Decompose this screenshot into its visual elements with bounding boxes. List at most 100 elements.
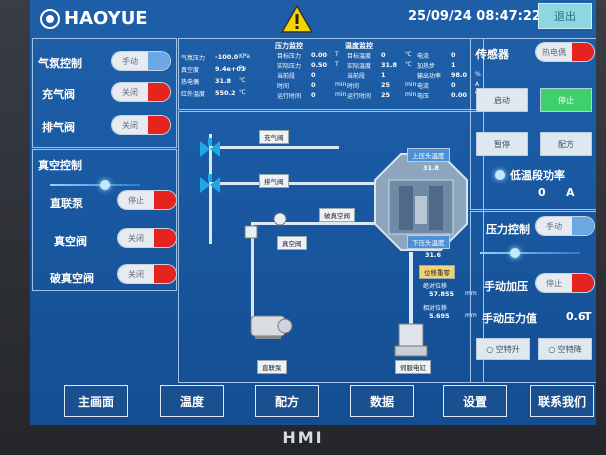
fill-valve-toggle[interactable]: 关闭 <box>112 83 170 101</box>
grid-col2-u: min <box>335 81 347 88</box>
break-valve-tag: 破真空阀 <box>319 208 355 222</box>
grid-col4-k: 输出功率 <box>417 73 442 80</box>
vacuum-valve-icon[interactable] <box>243 224 259 240</box>
upper-head-tag: 上压头温度 <box>407 148 450 162</box>
grid-col3-k: 实际温度 <box>347 63 372 70</box>
vacuum-slider[interactable] <box>50 184 140 186</box>
grid-col2-k: 目标压力 <box>277 53 302 60</box>
grid-col2-u: min <box>335 91 347 98</box>
brand-name: HAOYUE <box>64 8 148 29</box>
grid-col3-v: 31.8 <box>381 61 398 69</box>
exhaust-valve-tag: 排气阀 <box>259 174 289 188</box>
vacuum-valve-label: 真空阀 <box>54 235 87 248</box>
pressure-slider[interactable] <box>480 252 580 254</box>
grid-col3-k: 时间 <box>347 83 360 90</box>
grid-col3-u: min <box>405 91 417 98</box>
fill-valve-tag: 充气阀 <box>259 130 289 144</box>
grid-col3-k: 当前段 <box>347 73 366 80</box>
grid-col3-v: 0 <box>381 51 386 59</box>
vacuum-title: 真空控制 <box>38 159 82 172</box>
grid-col1-v: -100.0 <box>215 53 239 61</box>
grid-col4-v: 1 <box>451 61 456 69</box>
low-temp-value: 0 <box>538 186 546 199</box>
grid-col4-v: 0 <box>451 51 456 59</box>
grid-col4-k: 电流 <box>417 83 430 90</box>
vac-pipe-h <box>251 222 379 225</box>
direct-pump-toggle[interactable]: 停止 <box>118 191 176 209</box>
nav-data[interactable]: 数据 <box>350 385 414 417</box>
grid-col4-v: 0.00 <box>451 91 468 99</box>
nav-main[interactable]: 主画面 <box>64 385 128 417</box>
grid-col2-v: 0.50 <box>311 61 328 69</box>
atmos-toggle[interactable]: 手动 <box>112 52 170 70</box>
control-panel <box>470 38 596 210</box>
pressure-toggle[interactable]: 手动 <box>536 217 594 235</box>
atmos-label: 气氛控制 <box>38 57 82 70</box>
brand-logo: HAOYUE <box>40 8 148 29</box>
device-label: HMI <box>282 428 324 447</box>
nav-temperature[interactable]: 温度 <box>160 385 224 417</box>
nav-settings[interactable]: 设置 <box>443 385 507 417</box>
grid-col3-v: 25 <box>381 81 391 89</box>
rel-label: 相对位移 <box>423 305 448 312</box>
vacuum-valve-tag: 真空阀 <box>277 236 307 250</box>
pump-tag: 直联泵 <box>257 360 287 374</box>
manual-press-label: 手动加压 <box>484 280 528 293</box>
pressure-ctrl-label: 压力控制 <box>486 223 530 236</box>
grid-col4-v: 98.0 <box>451 71 468 79</box>
grid-col1-v: 550.2 <box>215 89 236 97</box>
abs-value: 57.855 <box>429 290 455 298</box>
lower-head-tag: 下压头温度 <box>407 235 450 249</box>
sensor-label: 传感器 <box>476 48 509 61</box>
warning-icon[interactable] <box>280 4 314 34</box>
nav-contact[interactable]: 联系我们 <box>530 385 594 417</box>
stop-button[interactable]: 停止 <box>540 88 592 112</box>
process-diagram: 充气阀 排气阀 破真空阀 真空阀 上压头温度 31.8 下压头温度 31.6 位… <box>178 111 484 383</box>
fill-valve-icon[interactable] <box>199 138 221 160</box>
grid-col2-k: 实际压力 <box>277 63 302 70</box>
empty-up-button[interactable]: ○ 空特升 <box>476 338 530 360</box>
grid-col3-k: 目标温度 <box>347 53 372 60</box>
servo-tag: 伺服电缸 <box>395 360 431 374</box>
pressure-slider-knob[interactable] <box>510 248 520 258</box>
grid-col2-k: 运行时间 <box>277 93 302 100</box>
disp-zero-button[interactable]: 位移重零 <box>419 265 455 279</box>
pressure-title: 压力监控 <box>275 42 303 50</box>
grid-col1-k: 热电偶 <box>181 79 200 86</box>
grid-col3-u: ℃ <box>405 51 412 58</box>
manual-press-toggle[interactable]: 停止 <box>536 274 594 292</box>
grid-col2-u: T <box>335 61 339 68</box>
exhaust-valve-icon[interactable] <box>199 174 221 196</box>
exhaust-valve-label: 排气阀 <box>42 121 75 134</box>
exhaust-valve-toggle[interactable]: 关闭 <box>112 116 170 134</box>
grid-col3-k: 运行时间 <box>347 93 372 100</box>
vacuum-valve-toggle[interactable]: 关闭 <box>118 229 176 247</box>
pause-button[interactable]: 暂停 <box>476 132 528 156</box>
upper-head-value: 31.8 <box>423 164 440 172</box>
grid-col1-u: ℃ <box>239 77 246 84</box>
vacuum-slider-knob[interactable] <box>100 180 110 190</box>
servo-icon <box>394 323 428 357</box>
start-button[interactable]: 启动 <box>476 88 528 112</box>
grid-col1-u: KPa <box>239 53 250 60</box>
nav-recipe[interactable]: 配方 <box>255 385 319 417</box>
grid-col1-u: ℃ <box>239 89 246 96</box>
hmi-screen: HAOYUE 25/09/24 08:47:22 退出 气氛控制 手动 充气阀 … <box>30 0 596 425</box>
grid-col1-v: 31.8 <box>215 77 232 85</box>
manual-value-label: 手动压力值 <box>482 312 537 325</box>
datetime: 25/09/24 08:47:22 <box>408 9 541 24</box>
grid-col3-v: 1 <box>381 71 386 79</box>
exit-button[interactable]: 退出 <box>538 3 592 29</box>
fill-valve-label: 充气阀 <box>42 88 75 101</box>
break-valve-icon[interactable] <box>273 212 287 226</box>
logo-icon <box>40 8 60 29</box>
break-valve-toggle[interactable]: 关闭 <box>118 265 176 283</box>
grid-col1-k: 气氛压力 <box>181 55 206 62</box>
lower-head-value: 31.6 <box>425 251 442 259</box>
direct-pump-label: 直联泵 <box>50 197 83 210</box>
recipe-button[interactable]: 配方 <box>540 132 592 156</box>
empty-down-button[interactable]: ○ 空特降 <box>538 338 592 360</box>
sensor-toggle[interactable]: 热电偶 <box>536 43 594 61</box>
grid-col3-u: ℃ <box>405 61 412 68</box>
gas-pipe-2 <box>209 146 339 149</box>
